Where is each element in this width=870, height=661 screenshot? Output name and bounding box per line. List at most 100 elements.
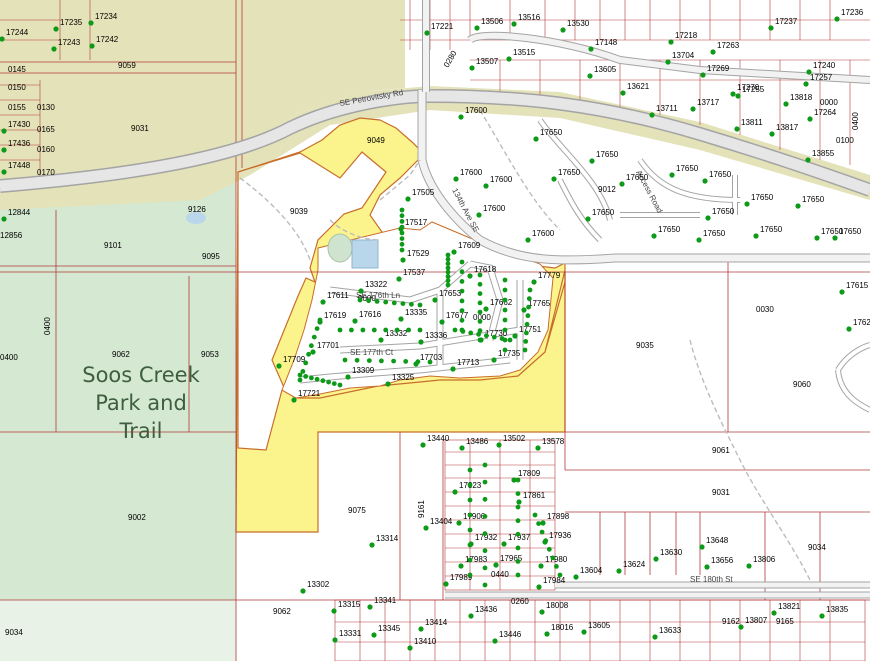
address-marker[interactable]: 13811 [734, 118, 763, 132]
address-marker[interactable]: 17650 [753, 225, 783, 239]
address-dot [738, 624, 744, 630]
parcel-label: 9101 [104, 241, 122, 250]
address-marker[interactable]: 13410 [407, 637, 437, 651]
address-marker[interactable]: 13578 [535, 437, 565, 451]
parcel-label: 9012 [598, 185, 616, 194]
address-marker[interactable]: 17600 [525, 229, 555, 243]
address-dot [846, 326, 852, 332]
address-marker[interactable]: 17650 [589, 150, 619, 164]
lot-marker [515, 559, 521, 564]
address-marker[interactable]: 13633 [652, 626, 682, 640]
parcel-map[interactable]: Soos Creek Park and Trail SE Petrovitsky… [0, 0, 870, 661]
address-marker[interactable]: 17650 [702, 170, 732, 184]
address-label: 17653 [439, 289, 462, 298]
address-marker[interactable]: 13446 [492, 630, 522, 644]
address-marker[interactable]: 17218 [668, 31, 698, 45]
lot-marker [502, 307, 508, 313]
address-marker[interactable]: 13717 [690, 98, 720, 112]
address-marker[interactable]: 13624 [616, 560, 646, 574]
address-marker[interactable]: 17823 [452, 481, 482, 495]
address-marker[interactable]: 13621 [620, 82, 650, 96]
address-marker[interactable]: 13345 [371, 624, 401, 638]
address-marker[interactable]: 13818 [783, 93, 813, 107]
address-marker[interactable]: 13604 [573, 566, 603, 580]
address-marker[interactable]: 17237 [768, 17, 798, 31]
address-marker[interactable]: 17650 [551, 168, 581, 182]
address-label: 12844 [8, 208, 31, 217]
lot-marker [391, 358, 396, 364]
address-label: 13345 [378, 624, 401, 633]
address-marker[interactable]: 13605 [581, 621, 611, 635]
lot-marker [445, 261, 451, 266]
lot-marker [467, 482, 473, 488]
address-marker[interactable]: 18008 [539, 601, 569, 615]
lot-marker [502, 327, 508, 333]
address-dot [805, 157, 811, 163]
lot-marker [524, 330, 529, 336]
address-marker[interactable]: 13630 [653, 548, 683, 562]
address-marker[interactable]: 13807 [738, 616, 768, 630]
address-marker[interactable]: 13515 [506, 48, 536, 62]
address-label: 17721 [298, 389, 321, 398]
address-marker[interactable]: 17263 [710, 41, 740, 55]
address-marker[interactable]: 13486 [459, 437, 489, 451]
address-marker[interactable]: 13817 [769, 123, 799, 137]
address-marker[interactable]: 17861 [516, 491, 546, 505]
address-marker[interactable]: 17650 [795, 195, 825, 209]
address-marker[interactable]: 17236 [834, 8, 864, 22]
address-marker[interactable]: 13440 [420, 434, 450, 448]
address-dot [1, 216, 7, 222]
address-marker[interactable]: 13506 [474, 17, 504, 31]
address-marker[interactable]: 13835 [819, 605, 849, 619]
address-marker[interactable]: 17264 [807, 108, 837, 122]
address-marker[interactable]: 13502 [496, 434, 526, 448]
lot-marker [482, 462, 488, 468]
lot-marker [445, 256, 451, 262]
address-dot [51, 46, 57, 52]
lot-marker [303, 360, 309, 366]
address-marker[interactable]: 13331 [332, 629, 362, 643]
park-label-line-3: Trail [119, 419, 163, 443]
address-dot [300, 588, 306, 594]
lot-marker [391, 300, 397, 306]
address-marker[interactable]: 17615 [839, 281, 869, 295]
lot-marker [484, 333, 489, 339]
address-label: 13341 [374, 596, 397, 605]
address-marker[interactable]: 13302 [300, 580, 330, 594]
address-marker[interactable]: 17600 [483, 175, 513, 189]
address-marker[interactable]: 17650 [705, 207, 735, 221]
address-marker[interactable]: 17600 [453, 168, 483, 182]
parcel-label: 9161 [417, 500, 426, 518]
lot-marker [445, 252, 451, 258]
address-dot [746, 563, 752, 569]
address-marker[interactable]: 18016 [544, 623, 574, 637]
address-marker[interactable]: 13704 [665, 51, 695, 65]
address-marker[interactable]: 17600 [476, 204, 506, 218]
parcel-label: 9060 [793, 380, 811, 389]
address-marker[interactable]: 17650 [744, 193, 774, 207]
address-marker[interactable]: 17627 [846, 318, 870, 332]
address-marker[interactable]: 13315 [331, 600, 361, 614]
address-label: 17984 [543, 576, 566, 585]
address-dot [730, 91, 736, 97]
address-label: 17809 [518, 469, 541, 478]
address-marker[interactable]: 13436 [468, 605, 498, 619]
address-marker[interactable]: 13648 [699, 536, 729, 550]
address-marker[interactable]: 13806 [746, 555, 776, 569]
address-marker[interactable]: 13507 [469, 57, 499, 71]
address-marker[interactable]: 13605 [587, 65, 617, 79]
address-marker[interactable]: 17650 [651, 225, 681, 239]
lot-marker [326, 379, 331, 385]
address-marker[interactable]: 13414 [418, 618, 448, 632]
address-marker[interactable]: 13821 [771, 602, 801, 616]
address-dot [539, 609, 545, 615]
lot-marker [467, 557, 473, 563]
address-marker[interactable]: 17650 [669, 164, 699, 178]
address-marker[interactable]: 13341 [367, 596, 397, 610]
address-marker[interactable]: 13314 [369, 534, 399, 548]
parcel-label: 9126 [188, 205, 206, 214]
address-marker[interactable]: 13656 [704, 556, 734, 570]
address-marker[interactable]: 17505 [405, 188, 435, 202]
address-marker[interactable]: 13404 [423, 517, 453, 531]
address-marker[interactable]: 17650 [696, 229, 726, 243]
